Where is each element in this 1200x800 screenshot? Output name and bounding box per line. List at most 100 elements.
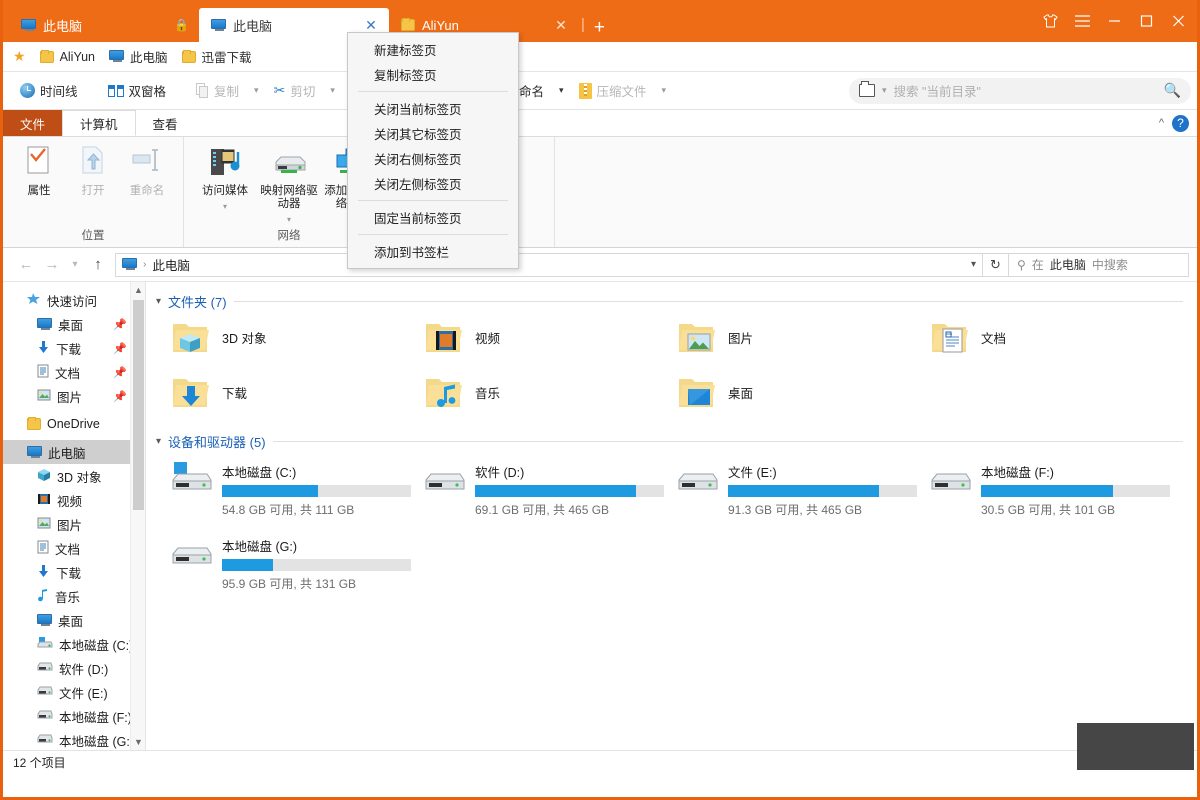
- refresh-button[interactable]: ↻: [983, 252, 1009, 277]
- menu-item-duplicate-tab[interactable]: 复制标签页: [348, 62, 518, 87]
- folder-item[interactable]: 音乐: [409, 371, 662, 420]
- close-icon[interactable]: [1163, 6, 1193, 36]
- folder-item[interactable]: 文档: [915, 316, 1168, 365]
- compress-dropdown-icon[interactable]: ▾: [656, 85, 673, 96]
- timeline-button[interactable]: 时间线: [13, 77, 85, 104]
- ribbon-rename-button[interactable]: 重命名: [121, 143, 173, 198]
- tab-view[interactable]: 查看: [136, 110, 195, 136]
- help-icon[interactable]: ?: [1172, 114, 1189, 132]
- sidebar-item-drive-e[interactable]: 文件 (E:): [3, 680, 145, 704]
- chevron-down-icon[interactable]: ▾: [156, 296, 161, 307]
- drives-group-header[interactable]: ▾ 设备和驱动器 (5): [156, 430, 1197, 452]
- sidebar-item-drive-d[interactable]: 软件 (D:): [3, 656, 145, 680]
- sidebar-item-desktop[interactable]: 桌面 📌: [3, 312, 145, 336]
- sidebar-item-drive-c[interactable]: 本地磁盘 (C:): [3, 632, 145, 656]
- chevron-down-icon[interactable]: ▾: [287, 215, 291, 224]
- sidebar-item-3d-objects[interactable]: 3D 对象: [3, 464, 145, 488]
- drive-item[interactable]: 本地磁盘 (F:) 30.5 GB 可用, 共 101 GB: [915, 456, 1170, 522]
- menu-item-close-other-tabs[interactable]: 关闭其它标签页: [348, 121, 518, 146]
- tab-file[interactable]: 文件: [3, 110, 63, 136]
- pin-icon[interactable]: 📌: [113, 342, 127, 355]
- chevron-down-icon[interactable]: ▾: [223, 202, 227, 211]
- pin-icon[interactable]: 📌: [113, 366, 127, 379]
- toolbar-search-box[interactable]: ▾ 搜索 "当前目录" 🔍: [849, 77, 1191, 104]
- ribbon-properties-button[interactable]: 属性: [13, 143, 65, 198]
- drive-item[interactable]: 本地磁盘 (G:) 95.9 GB 可用, 共 131 GB: [156, 530, 411, 596]
- folder-item[interactable]: 3D 对象: [156, 316, 409, 365]
- folder-item[interactable]: 视频: [409, 316, 662, 365]
- chevron-down-icon[interactable]: ▾: [156, 436, 161, 447]
- sidebar-item-downloads-pc[interactable]: 下载: [3, 560, 145, 584]
- sidebar-item-videos[interactable]: 视频: [3, 488, 145, 512]
- sidebar-item-drive-g[interactable]: 本地磁盘 (G:): [3, 728, 145, 750]
- menu-item-close-left-tabs[interactable]: 关闭左侧标签页: [348, 171, 518, 196]
- pin-icon[interactable]: 📌: [113, 390, 127, 403]
- file-list-pane[interactable]: ▾ 文件夹 (7) 3D 对象 视频 图片 文档 下载 音乐 桌面 ▾ 设备和驱…: [146, 282, 1197, 750]
- menu-item-pin-current-tab[interactable]: 固定当前标签页: [348, 205, 518, 230]
- breadcrumb-current[interactable]: 此电脑: [152, 255, 190, 274]
- new-tab-button[interactable]: +: [587, 18, 614, 42]
- ribbon-map-network-drive-button[interactable]: 映射网络驱动器 ▾: [258, 143, 320, 225]
- tab-this-pc-pinned[interactable]: 此电脑 🔒: [9, 8, 199, 42]
- bookmark-this-pc[interactable]: 此电脑: [109, 47, 168, 66]
- search-icon[interactable]: 🔍: [1164, 82, 1181, 99]
- sidebar-item-downloads[interactable]: 下载 📌: [3, 336, 145, 360]
- breadcrumb[interactable]: › 此电脑 ▾: [115, 252, 983, 277]
- sidebar-item-documents[interactable]: 文档 📌: [3, 360, 145, 384]
- collapse-ribbon-icon[interactable]: ^: [1159, 117, 1164, 129]
- rename-dropdown-icon[interactable]: ▾: [553, 85, 570, 96]
- tab-computer[interactable]: 计算机: [62, 110, 136, 136]
- up-button[interactable]: ↑: [85, 253, 111, 277]
- bookmark-xunlei-download[interactable]: 迅雷下载: [181, 47, 252, 66]
- overlay-widget[interactable]: [1077, 723, 1194, 770]
- cut-dropdown-icon[interactable]: ▾: [324, 85, 341, 96]
- sidebar-item-music[interactable]: 音乐: [3, 584, 145, 608]
- drive-item[interactable]: 文件 (E:) 91.3 GB 可用, 共 465 GB: [662, 456, 917, 522]
- folder-item[interactable]: 图片: [662, 316, 915, 365]
- sidebar-item-onedrive[interactable]: OneDrive: [3, 412, 145, 436]
- maximize-icon[interactable]: [1131, 6, 1161, 36]
- sidebar-item-pictures[interactable]: 图片 📌: [3, 384, 145, 408]
- sidebar-item-this-pc[interactable]: 此电脑: [3, 440, 145, 464]
- folder-item[interactable]: 下载: [156, 371, 409, 420]
- sidebar-scrollbar[interactable]: ▲ ▼: [130, 282, 145, 750]
- skin-icon[interactable]: [1035, 6, 1065, 36]
- drive-item[interactable]: 本地磁盘 (C:) 54.8 GB 可用, 共 111 GB: [156, 456, 411, 522]
- menu-icon[interactable]: [1067, 6, 1097, 36]
- explorer-search-box[interactable]: ⚲ 在 此电脑 中搜索: [1009, 252, 1189, 277]
- chevron-down-icon[interactable]: ▾: [971, 259, 976, 270]
- folders-group-header[interactable]: ▾ 文件夹 (7): [156, 290, 1197, 312]
- back-button[interactable]: ←: [13, 253, 39, 277]
- menu-item-add-to-bookmarks[interactable]: 添加到书签栏: [348, 239, 518, 264]
- scope-dropdown-icon[interactable]: ▾: [882, 85, 887, 96]
- folder-item[interactable]: 桌面: [662, 371, 915, 420]
- close-icon[interactable]: ✕: [553, 18, 569, 32]
- sidebar-item-desktop-pc[interactable]: 桌面: [3, 608, 145, 632]
- menu-item-close-right-tabs[interactable]: 关闭右侧标签页: [348, 146, 518, 171]
- favorites-star-icon[interactable]: ★: [13, 48, 26, 65]
- sidebar-item-pictures-pc[interactable]: 图片: [3, 512, 145, 536]
- compress-button[interactable]: 压缩文件: [572, 77, 654, 104]
- cut-button[interactable]: ✂ 剪切: [267, 77, 323, 104]
- folder-scope-icon[interactable]: [859, 81, 875, 97]
- menu-item-new-tab[interactable]: 新建标签页: [348, 37, 518, 62]
- pin-icon[interactable]: 📌: [113, 318, 127, 331]
- ribbon-access-media-button[interactable]: 访问媒体 ▾: [194, 143, 256, 211]
- minimize-icon[interactable]: [1099, 6, 1129, 36]
- close-icon[interactable]: ✕: [363, 18, 379, 32]
- scroll-up-icon[interactable]: ▲: [131, 282, 145, 298]
- sidebar-item-drive-f[interactable]: 本地磁盘 (F:): [3, 704, 145, 728]
- scroll-down-icon[interactable]: ▼: [131, 734, 145, 750]
- bookmark-aliyun[interactable]: AliYun: [39, 49, 95, 64]
- scrollbar-thumb[interactable]: [133, 300, 144, 510]
- copy-button[interactable]: 复制: [189, 77, 246, 104]
- forward-button[interactable]: →: [39, 253, 65, 277]
- menu-item-close-current-tab[interactable]: 关闭当前标签页: [348, 96, 518, 121]
- history-dropdown-button[interactable]: ▾: [65, 253, 85, 277]
- sidebar-item-documents-pc[interactable]: 文档: [3, 536, 145, 560]
- drive-item[interactable]: 软件 (D:) 69.1 GB 可用, 共 465 GB: [409, 456, 664, 522]
- ribbon-open-button[interactable]: 打开: [67, 143, 119, 198]
- sidebar-item-quick-access[interactable]: 快速访问: [3, 288, 145, 312]
- copy-dropdown-icon[interactable]: ▾: [248, 85, 265, 96]
- dual-pane-button[interactable]: 双窗格: [101, 77, 174, 104]
